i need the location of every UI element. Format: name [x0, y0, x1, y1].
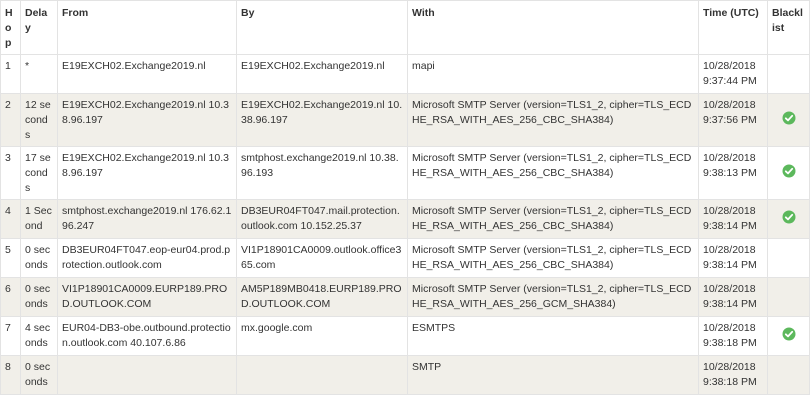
table-row: 3 17 seconds E19EXCH02.Exchange2019.nl 1… — [0, 146, 810, 200]
hop-cell: 7 — [0, 316, 21, 356]
time-cell: 10/28/2018 9:38:18 PM — [698, 316, 768, 356]
by-cell: VI1P18901CA0009.outlook.office365.com — [236, 238, 408, 278]
time-cell: 10/28/2018 9:38:14 PM — [698, 277, 768, 317]
by-cell: DB3EUR04FT047.mail.protection.outlook.co… — [236, 199, 408, 239]
header-delay: Delay — [20, 0, 58, 55]
time-cell: 10/28/2018 9:38:14 PM — [698, 238, 768, 278]
header-blacklist: Blacklist — [767, 0, 810, 55]
header-time: Time (UTC) — [698, 0, 768, 55]
blacklist-cell — [767, 355, 810, 395]
header-by: By — [236, 0, 408, 55]
by-cell: smtphost.exchange2019.nl 10.38.96.193 — [236, 146, 408, 200]
time-cell: 10/28/2018 9:38:14 PM — [698, 199, 768, 239]
time-cell: 10/28/2018 9:38:18 PM — [698, 355, 768, 395]
time-cell: 10/28/2018 9:37:44 PM — [698, 54, 768, 94]
time-cell: 10/28/2018 9:37:56 PM — [698, 93, 768, 147]
hop-cell: 3 — [0, 146, 21, 200]
delay-cell: 17 seconds — [20, 146, 58, 200]
hop-cell: 4 — [0, 199, 21, 239]
hop-cell: 6 — [0, 277, 21, 317]
hop-cell: 5 — [0, 238, 21, 278]
check-circle-icon — [782, 164, 796, 178]
table-row: 1 * E19EXCH02.Exchange2019.nl E19EXCH02.… — [0, 54, 810, 94]
header-hop: Hop — [0, 0, 21, 55]
from-cell: E19EXCH02.Exchange2019.nl 10.38.96.197 — [57, 146, 237, 200]
hops-table: Hop Delay From By With Time (UTC) Blackl… — [0, 0, 810, 395]
check-circle-icon — [782, 210, 796, 224]
by-cell: mx.google.com — [236, 316, 408, 356]
with-cell: ESMTPS — [407, 316, 699, 356]
blacklist-cell — [767, 199, 810, 239]
check-circle-icon — [782, 111, 796, 125]
with-cell: Microsoft SMTP Server (version=TLS1_2, c… — [407, 199, 699, 239]
blacklist-cell — [767, 146, 810, 200]
hop-cell: 2 — [0, 93, 21, 147]
with-cell: Microsoft SMTP Server (version=TLS1_2, c… — [407, 93, 699, 147]
from-cell — [57, 355, 237, 395]
table-row: 2 12 seconds E19EXCH02.Exchange2019.nl 1… — [0, 93, 810, 147]
by-cell: E19EXCH02.Exchange2019.nl — [236, 54, 408, 94]
from-cell: E19EXCH02.Exchange2019.nl 10.38.96.197 — [57, 93, 237, 147]
with-cell: SMTP — [407, 355, 699, 395]
blacklist-cell — [767, 277, 810, 317]
from-cell: smtphost.exchange2019.nl 176.62.196.247 — [57, 199, 237, 239]
blacklist-cell — [767, 54, 810, 94]
delay-cell: * — [20, 54, 58, 94]
delay-cell: 0 seconds — [20, 277, 58, 317]
table-row: 6 0 seconds VI1P18901CA0009.EURP189.PROD… — [0, 277, 810, 317]
from-cell: EUR04-DB3-obe.outbound.protection.outloo… — [57, 316, 237, 356]
from-cell: DB3EUR04FT047.eop-eur04.prod.protection.… — [57, 238, 237, 278]
delay-cell: 0 seconds — [20, 238, 58, 278]
delay-cell: 4 seconds — [20, 316, 58, 356]
time-cell: 10/28/2018 9:38:13 PM — [698, 146, 768, 200]
blacklist-cell — [767, 93, 810, 147]
hop-cell: 8 — [0, 355, 21, 395]
delay-cell: 1 Second — [20, 199, 58, 239]
table-row: 5 0 seconds DB3EUR04FT047.eop-eur04.prod… — [0, 238, 810, 278]
from-cell: E19EXCH02.Exchange2019.nl — [57, 54, 237, 94]
table-row: 4 1 Second smtphost.exchange2019.nl 176.… — [0, 199, 810, 239]
hop-cell: 1 — [0, 54, 21, 94]
header-row: Hop Delay From By With Time (UTC) Blackl… — [0, 0, 810, 55]
by-cell — [236, 355, 408, 395]
table-row: 8 0 seconds SMTP 10/28/2018 9:38:18 PM — [0, 355, 810, 395]
blacklist-cell — [767, 316, 810, 356]
check-circle-icon — [782, 327, 796, 341]
by-cell: E19EXCH02.Exchange2019.nl 10.38.96.197 — [236, 93, 408, 147]
delay-cell: 0 seconds — [20, 355, 58, 395]
header-with: With — [407, 0, 699, 55]
from-cell: VI1P18901CA0009.EURP189.PROD.OUTLOOK.COM — [57, 277, 237, 317]
table-row: 7 4 seconds EUR04-DB3-obe.outbound.prote… — [0, 316, 810, 356]
by-cell: AM5P189MB0418.EURP189.PROD.OUTLOOK.COM — [236, 277, 408, 317]
delay-cell: 12 seconds — [20, 93, 58, 147]
with-cell: Microsoft SMTP Server (version=TLS1_2, c… — [407, 146, 699, 200]
blacklist-cell — [767, 238, 810, 278]
with-cell: Microsoft SMTP Server (version=TLS1_2, c… — [407, 238, 699, 278]
header-from: From — [57, 0, 237, 55]
with-cell: Microsoft SMTP Server (version=TLS1_2, c… — [407, 277, 699, 317]
with-cell: mapi — [407, 54, 699, 94]
